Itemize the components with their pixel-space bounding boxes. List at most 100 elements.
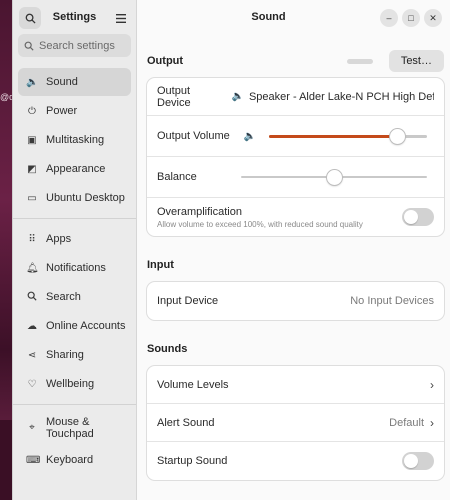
sidebar-item-label: Apps: [46, 233, 72, 245]
minimize-button[interactable]: –: [380, 9, 398, 27]
output-volume-row: Output Volume 🔈: [147, 116, 444, 157]
sounds-section-header: Sounds: [147, 336, 444, 362]
keyboard-icon: ⌨: [26, 454, 41, 466]
alert-sound-label: Alert Sound: [157, 416, 215, 429]
sounds-section-title: Sounds: [147, 343, 188, 355]
input-section-title: Input: [147, 259, 174, 271]
sidebar-item-label-line2: Touchpad: [46, 428, 94, 440]
chevron-right-icon: ›: [430, 377, 434, 392]
output-section-header: Output Test…: [147, 48, 444, 74]
overamplification-toggle[interactable]: [402, 208, 434, 226]
sidebar-item-label: Power: [46, 105, 78, 117]
share-icon: ⋖: [27, 349, 37, 361]
multitasking-icon: ▣: [27, 134, 37, 146]
output-volume-label: Output Volume: [157, 130, 230, 142]
sidebar-item-label: Multitasking: [46, 134, 105, 146]
minimize-icon: –: [386, 13, 392, 23]
volume-slider-fill: [269, 135, 397, 138]
balance-slider[interactable]: [241, 170, 427, 185]
output-device-selector[interactable]: 🔈 Speaker - Alder Lake-N PCH High Defini…: [231, 91, 434, 103]
overamplification-row: Overamplification Allow volume to exceed…: [147, 198, 444, 236]
output-device-row: Output Device 🔈 Speaker - Alder Lake-N P…: [147, 78, 444, 116]
volume-levels-label: Volume Levels: [157, 378, 229, 391]
sidebar-item-ubuntu-desktop[interactable]: ▭ Ubuntu Desktop: [18, 184, 131, 212]
power-icon: ⏻: [28, 105, 36, 117]
sidebar-item-search[interactable]: Search: [18, 283, 131, 311]
startup-sound-toggle[interactable]: [402, 452, 434, 470]
main-header: Sound – □ ✕: [137, 0, 450, 34]
sidebar-item-label: Ubuntu Desktop: [46, 192, 125, 204]
alert-sound-value: Default: [389, 416, 424, 429]
sidebar-item-mouse-touchpad[interactable]: ⌖ Mouse & Touchpad: [18, 411, 131, 445]
overamplification-subtitle: Allow volume to exceed 100%, with reduce…: [157, 219, 363, 229]
sidebar-item-label: Keyboard: [46, 454, 94, 466]
mouse-icon: ⌖: [29, 422, 35, 433]
toggle-knob: [404, 454, 418, 468]
output-section-title: Output: [147, 55, 184, 67]
output-volume-slider[interactable]: [269, 129, 427, 144]
sidebar-item-label: Mouse & Touchpad: [46, 416, 94, 440]
speaker-icon: 🔈: [231, 91, 244, 102]
close-button[interactable]: ✕: [424, 9, 442, 27]
input-device-value: No Input Devices: [350, 295, 434, 307]
overamplification-label: Overamplification: [157, 205, 242, 218]
toggle-knob: [404, 210, 418, 224]
wellbeing-icon: ♡: [27, 378, 37, 390]
balance-row: Balance: [147, 157, 444, 198]
sidebar-item-notifications[interactable]: 🔔︎ Notifications: [18, 254, 131, 282]
search-input[interactable]: [39, 39, 129, 52]
input-device-row[interactable]: Input Device No Input Devices: [147, 282, 444, 320]
sidebar-item-apps[interactable]: ⠿ Apps: [18, 225, 131, 253]
input-section-header: Input: [147, 252, 444, 278]
balance-slider-knob[interactable]: [327, 170, 342, 185]
sidebar-item-label: Sound: [46, 76, 78, 88]
sidebar-header: Settings: [13, 0, 136, 34]
main-menu-button[interactable]: [110, 7, 132, 29]
sidebar-item-power[interactable]: ⏻ Power: [18, 97, 131, 125]
startup-sound-row: Startup Sound: [147, 442, 444, 480]
sidebar-item-label-line1: Mouse &: [46, 416, 90, 428]
page-title: Sound: [251, 11, 286, 23]
maximize-icon: □: [408, 13, 414, 23]
volume-slider-knob[interactable]: [389, 129, 405, 144]
sidebar-item-multitasking[interactable]: ▣ Multitasking: [18, 126, 131, 154]
sidebar-item-label: Online Accounts: [46, 320, 126, 332]
speaker-icon: 🔈: [243, 130, 257, 142]
overamplification-text: Overamplification Allow volume to exceed…: [157, 206, 363, 229]
sidebar-item-appearance[interactable]: ◩ Appearance: [18, 155, 131, 183]
content: Output Test… Output Device 🔈 Speaker - A…: [147, 48, 444, 480]
alert-sound-row[interactable]: Alert Sound Default ›: [147, 404, 444, 442]
cloud-icon: ☁: [27, 320, 37, 332]
output-level-indicator: [346, 58, 373, 64]
sidebar-item-label: Notifications: [46, 262, 106, 274]
output-card: Output Device 🔈 Speaker - Alder Lake-N P…: [147, 78, 444, 236]
sidebar-item-label: Search: [46, 291, 81, 303]
speaker-icon: 🔈: [26, 76, 39, 88]
startup-sound-label: Startup Sound: [157, 455, 228, 467]
volume-levels-row[interactable]: Volume Levels ›: [147, 366, 444, 404]
sidebar-item-sharing[interactable]: ⋖ Sharing: [18, 341, 131, 369]
sidebar-item-online-accounts[interactable]: ☁ Online Accounts: [18, 312, 131, 340]
output-device-label: Output Device: [157, 84, 191, 109]
test-button[interactable]: Test…: [388, 50, 444, 72]
appearance-icon: ◩: [27, 163, 37, 175]
input-card: Input Device No Input Devices: [147, 282, 444, 320]
sidebar-nav: 🔈 Sound ⏻ Power ▣ Multitasking ◩ Appeara…: [13, 67, 136, 475]
hamburger-icon: [116, 13, 126, 23]
balance-label: Balance: [157, 171, 197, 183]
chevron-right-icon: ›: [430, 415, 434, 430]
maximize-button[interactable]: □: [402, 9, 420, 27]
input-device-label: Input Device: [157, 295, 219, 307]
sidebar: Settings 🔈 Sound ⏻ Power ▣ Multitasking: [13, 0, 137, 500]
close-icon: ✕: [429, 12, 437, 23]
sidebar-item-label: Appearance: [46, 163, 106, 175]
bell-icon: 🔔︎: [26, 262, 39, 274]
sidebar-item-keyboard[interactable]: ⌨ Keyboard: [18, 446, 131, 474]
search-icon: [26, 291, 38, 304]
sidebar-item-sound[interactable]: 🔈 Sound: [18, 68, 131, 96]
apps-icon: ⠿: [28, 233, 36, 245]
search-field[interactable]: [18, 34, 131, 57]
output-device-value: Speaker - Alder Lake-N PCH High Defini…: [248, 90, 434, 103]
search-icon: [24, 41, 34, 51]
sidebar-item-wellbeing[interactable]: ♡ Wellbeing: [18, 370, 131, 398]
